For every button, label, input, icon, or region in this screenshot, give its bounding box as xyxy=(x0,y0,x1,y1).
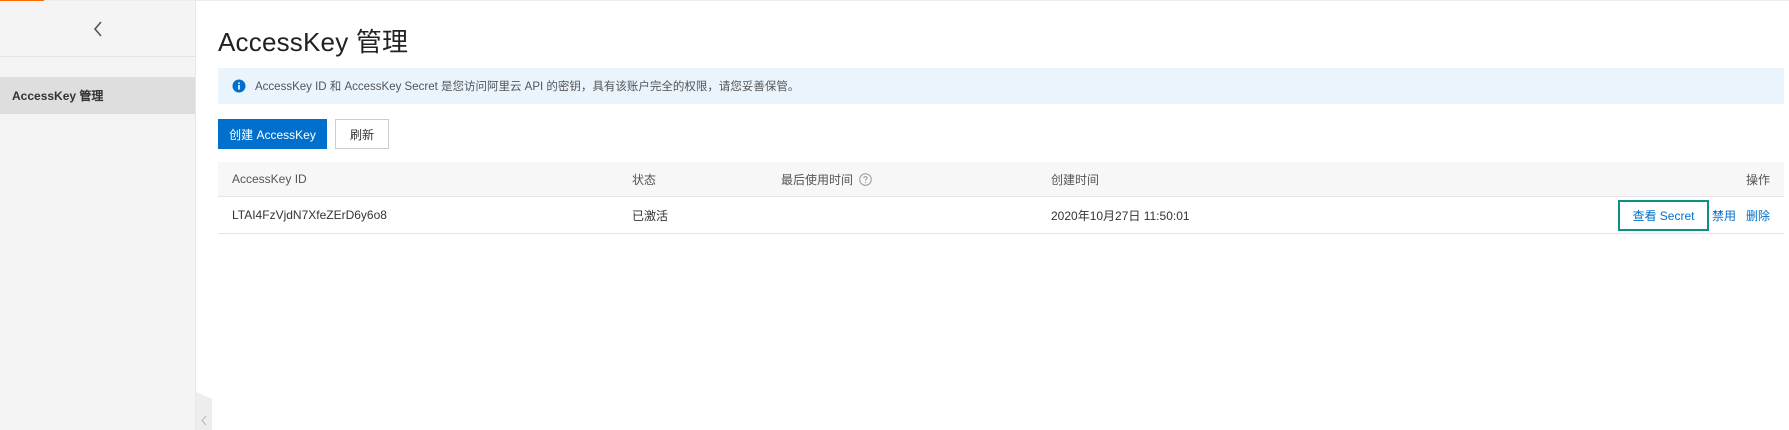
chevron-left-icon xyxy=(93,20,102,37)
view-secret-link[interactable]: 查看 Secret xyxy=(1617,199,1709,231)
row-actions: 查看 Secret 禁用 删除 xyxy=(1617,199,1770,231)
column-header-id: AccessKey ID xyxy=(232,172,307,186)
cell-accesskey-id: LTAI4FzVjdN7XfeZErD6y6o8 xyxy=(232,208,387,222)
help-icon[interactable] xyxy=(859,172,872,186)
sidebar-collapse-button[interactable] xyxy=(86,17,110,41)
sidebar-header xyxy=(0,1,195,57)
disable-link[interactable]: 禁用 xyxy=(1712,207,1736,224)
column-header-actions: 操作 xyxy=(1745,172,1770,187)
sidebar-item-label: AccessKey 管理 xyxy=(12,89,104,103)
sidebar-expand-handle[interactable] xyxy=(196,392,212,430)
create-accesskey-button[interactable]: 创建 AccessKey xyxy=(218,119,327,149)
cell-status: 已激活 xyxy=(632,208,669,223)
chevron-left-icon xyxy=(201,415,207,426)
column-header-last-used: 最后使用时间 xyxy=(781,162,872,196)
column-header-status: 状态 xyxy=(632,172,657,187)
info-icon xyxy=(232,79,246,93)
notice-text: AccessKey ID 和 AccessKey Secret 是您访问阿里云 … xyxy=(255,81,800,93)
info-notice: AccessKey ID 和 AccessKey Secret 是您访问阿里云 … xyxy=(218,68,1784,104)
page-title: AccessKey 管理 xyxy=(218,27,409,57)
cell-actions: 查看 Secret 禁用 删除 xyxy=(1617,197,1770,233)
table-header: AccessKey ID 状态 最后使用时间 创建时间 操作 xyxy=(218,162,1784,197)
accesskey-table: AccessKey ID 状态 最后使用时间 创建时间 操作 LTAI4FzVj… xyxy=(218,162,1784,234)
table-row: LTAI4FzVjdN7XfeZErD6y6o8 已激活 2020年10月27日… xyxy=(218,197,1784,234)
top-border xyxy=(0,0,1789,1)
refresh-button[interactable]: 刷新 xyxy=(335,119,389,149)
cell-created: 2020年10月27日 11:50:01 xyxy=(1051,208,1190,223)
sidebar-item-accesskey[interactable]: AccessKey 管理 xyxy=(0,77,195,114)
column-header-created: 创建时间 xyxy=(1051,172,1100,187)
delete-link[interactable]: 删除 xyxy=(1746,207,1770,224)
sidebar: AccessKey 管理 xyxy=(0,1,196,430)
column-header-last-used-label: 最后使用时间 xyxy=(781,172,854,187)
